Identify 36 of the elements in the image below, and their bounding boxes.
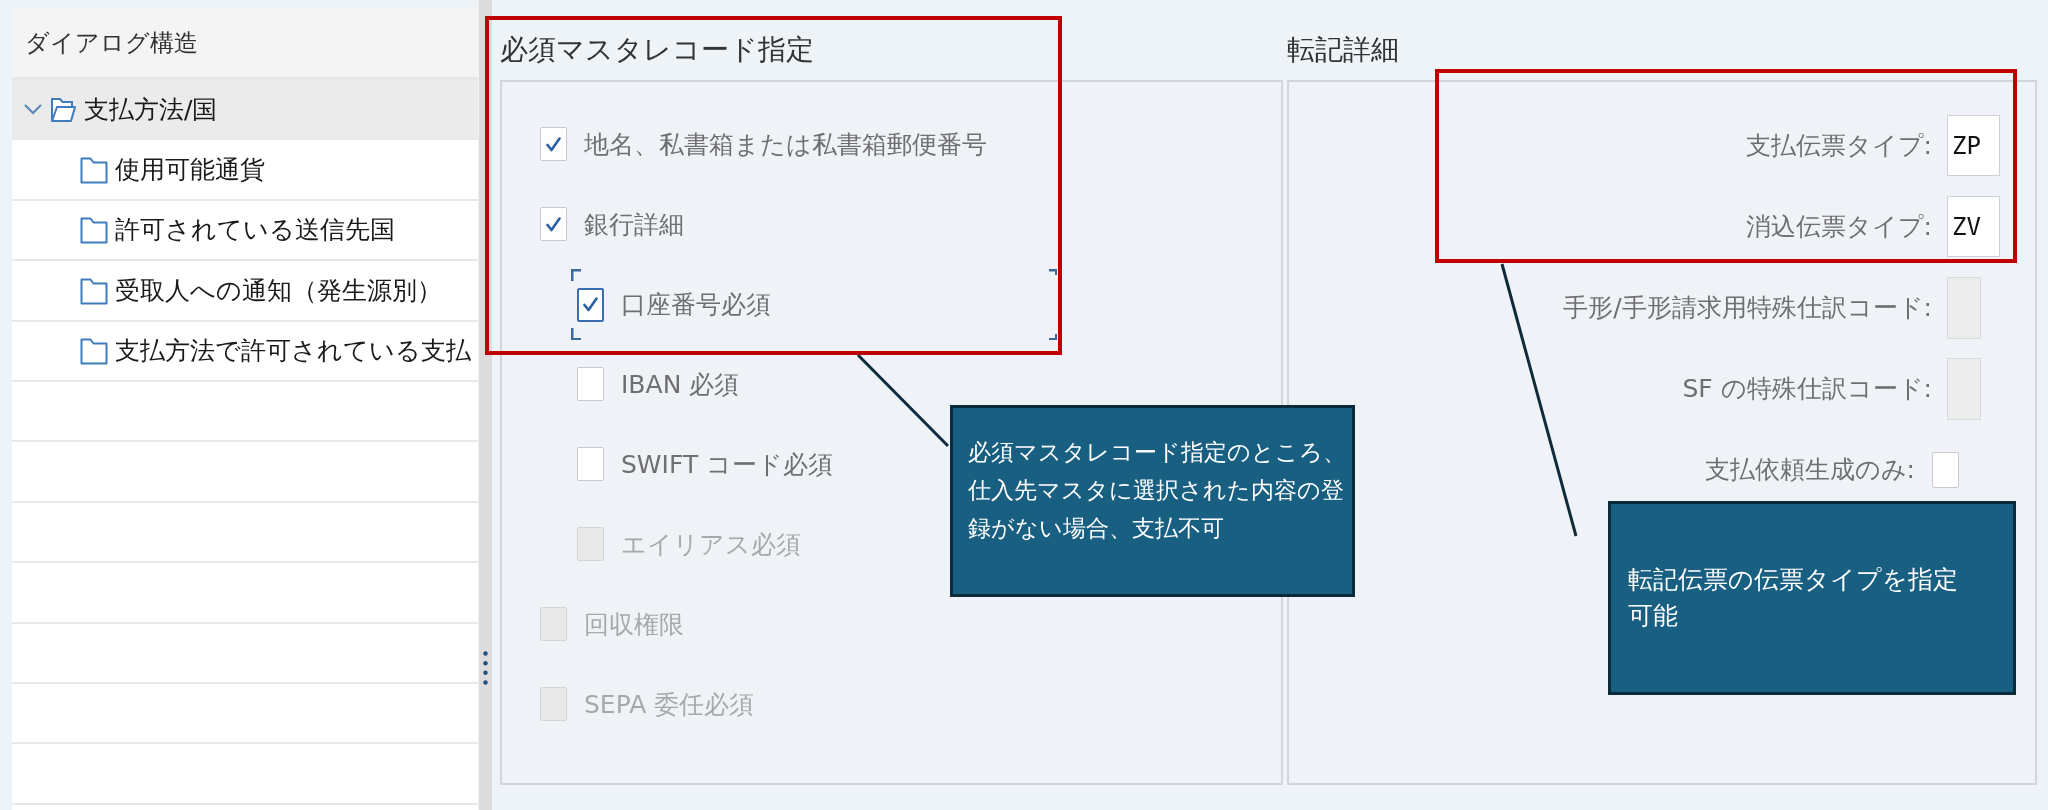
chevron-down-icon[interactable] <box>23 102 43 117</box>
group-title: 必須マスタレコード指定 <box>500 32 814 68</box>
field-label: 手形/手形請求用特殊仕訳コード: <box>1563 292 1932 324</box>
checkbox[interactable] <box>540 127 567 161</box>
grip-icon <box>483 651 488 685</box>
field-label: 支払伝票タイプ: <box>1745 130 1932 162</box>
callout-text: 転記伝票の伝票タイプを指定可能 <box>1628 564 1959 632</box>
folder-icon <box>80 155 108 185</box>
checkbox[interactable] <box>577 447 604 481</box>
checkmark-icon <box>546 136 561 152</box>
checkbox-label: 口座番号必須 <box>621 289 771 321</box>
open-folder-icon <box>50 95 76 124</box>
checkbox[interactable] <box>577 367 604 401</box>
checkbox-label: 回収権限 <box>584 608 684 641</box>
callout-text: 必須マスタレコード指定のところ、仕入先マスタに選択された内容の登録がない場合、支払不可 <box>968 438 1346 543</box>
tree-header: ダイアログ構造 <box>12 8 478 80</box>
tree-item[interactable]: 支払方法/国 <box>12 80 478 141</box>
checkbox-label: エイリアス必須 <box>621 528 801 561</box>
checkbox-label: IBAN 必須 <box>621 368 740 401</box>
input-field[interactable]: ZV <box>1947 196 2000 257</box>
folder-icon <box>80 336 108 366</box>
checkbox[interactable] <box>540 207 567 241</box>
field-label: 支払依頼生成のみ: <box>1704 454 1915 486</box>
checkbox-label: SEPA 委任必須 <box>584 688 755 721</box>
field-label: 消込伝票タイプ: <box>1745 211 1932 243</box>
checkbox-label: 銀行詳細 <box>584 208 684 241</box>
checkbox-label: SWIFT コード必須 <box>621 448 834 481</box>
field-label: SF の特殊仕訳コード: <box>1682 373 1932 405</box>
checkmark-icon <box>583 297 598 312</box>
folder-icon <box>80 215 108 245</box>
input-field[interactable]: ZP <box>1947 115 2000 176</box>
checkbox[interactable] <box>1932 451 1959 488</box>
checkmark-icon <box>546 216 561 232</box>
group-title: 転記詳細 <box>1287 32 1399 68</box>
checkbox-label: 地名、私書箱または私書箱郵便番号 <box>584 128 987 161</box>
checkbox[interactable] <box>577 287 604 322</box>
